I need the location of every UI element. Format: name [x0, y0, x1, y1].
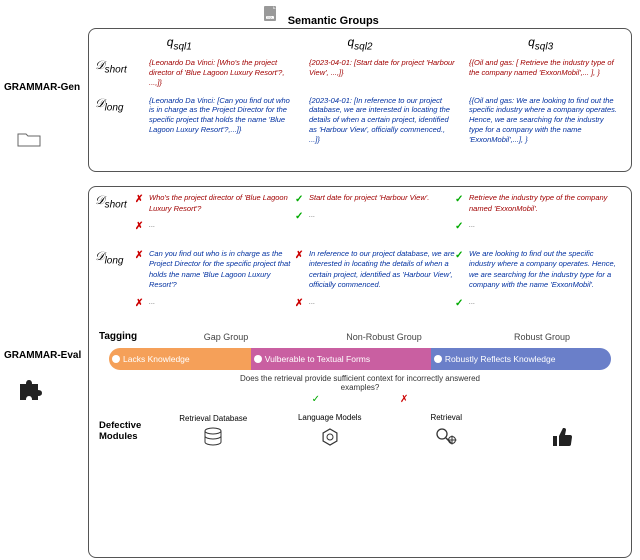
eval-short-c2: ✓ Start date for project 'Harbour View'.… [303, 193, 463, 220]
gen-short-c3: {{Oil and gas: [ Retrieve the industry t… [463, 58, 623, 78]
check-icon: ✓ [312, 394, 320, 405]
gen-long-c3: {{Oil and gas: We are looking to find ou… [463, 96, 623, 145]
x-icon: ✗ [135, 193, 143, 207]
tag-gap: Gap Group [147, 332, 305, 342]
eval-short-c3: ✓ Retrieve the industry type of the comp… [463, 193, 623, 231]
x-icon: ✗ [295, 249, 303, 263]
eval-long-row: 𝒟long ✗ Can you find out who is in charg… [89, 243, 631, 314]
d-long-label: 𝒟long [95, 96, 143, 113]
pill-vulnerable: Vulberable to Textual Forms [251, 348, 431, 370]
eval-panel: 𝒟short ✗ Who's the project director of '… [88, 186, 632, 558]
mod-ok [505, 413, 622, 450]
col-q3: qsql3 [528, 35, 553, 52]
gen-long-c2: {2023-04-01: [In reference to our projec… [303, 96, 463, 145]
pill-robust: Robustly Reflects Knowledge [431, 348, 611, 370]
eval-short-row: 𝒟short ✗ Who's the project director of '… [89, 187, 631, 237]
mod-language-models: Language Models [272, 413, 389, 450]
d-short-label: 𝒟short [95, 58, 143, 75]
gen-long-row: 𝒟long {Leonardo Da Vinci: [Can you find … [89, 92, 631, 149]
gen-panel: qsql1 qsql2 qsql3 𝒟short {Leonardo Da Vi… [88, 28, 632, 172]
cols-header: qsql1 qsql2 qsql3 [89, 29, 631, 54]
tag-robust: Robust Group [463, 332, 621, 342]
openai-icon [272, 426, 389, 450]
gen-short-row: 𝒟short {Leonardo Da Vinci: [Who's the pr… [89, 54, 631, 91]
sql-file-icon: SQL [261, 4, 281, 26]
eval-long-c1: ✗ Can you find out who is in charge as t… [143, 249, 303, 308]
eval-long-c3: ✓ We are looking to find out the specifi… [463, 249, 623, 308]
svg-text:SQL: SQL [267, 16, 273, 20]
gen-short-c1: {Leonardo Da Vinci: [Who's the project d… [143, 58, 303, 87]
tagging-row: Tagging Gap Group Non-Robust Group Robus… [89, 325, 631, 344]
puzzle-icon [16, 376, 42, 404]
col-q2: qsql2 [347, 35, 372, 52]
grammar-gen-label: GRAMMAR-Gen [4, 82, 80, 93]
gen-short-c2: {2023-04-01: [Start date for project 'Ha… [303, 58, 463, 78]
x-icon: ✗ [135, 249, 143, 263]
database-icon [155, 427, 272, 449]
tagging-label: Tagging [99, 331, 147, 342]
tag-nonrobust: Non-Robust Group [305, 332, 463, 342]
check-icon: ✓ [455, 249, 463, 263]
check-icon: ✓ [295, 193, 303, 207]
mod-retrieval-db: Retrieval Database [155, 414, 272, 449]
retrieval-question: Does the retrieval provide sufficient co… [89, 374, 631, 392]
pill-bar: Lacks Knowledge Vulberable to Textual Fo… [109, 348, 611, 370]
gen-long-c1: {Leonardo Da Vinci: [Can you find out wh… [143, 96, 303, 135]
check-icon: ✓ [455, 193, 463, 207]
pill-lacks: Lacks Knowledge [109, 348, 251, 370]
modules-row: Defective Modules Retrieval Database Lan… [89, 405, 631, 454]
title: Semantic Groups [288, 15, 379, 27]
grammar-eval-label: GRAMMAR-Eval [4, 350, 81, 361]
check-row: ✓ ✗ [89, 394, 631, 405]
search-gear-icon [388, 426, 505, 450]
thumbs-up-icon [505, 426, 622, 450]
eval-short-c1: ✗ Who's the project director of 'Blue La… [143, 193, 303, 231]
eval-long-c2: ✗ In reference to our project database, … [303, 249, 463, 308]
defective-modules-label: Defective Modules [99, 421, 155, 442]
x-icon: ✗ [400, 394, 408, 405]
header: SQL Semantic Groups [0, 0, 640, 29]
folder-icon [16, 128, 42, 152]
col-q1: qsql1 [167, 35, 192, 52]
mod-retrieval: Retrieval [388, 413, 505, 450]
